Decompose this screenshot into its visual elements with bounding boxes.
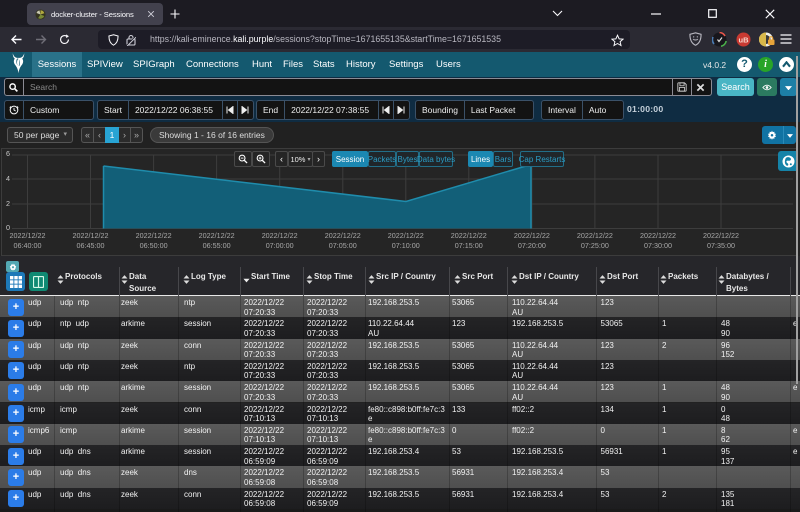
svg-text:uB: uB [739, 36, 750, 45]
